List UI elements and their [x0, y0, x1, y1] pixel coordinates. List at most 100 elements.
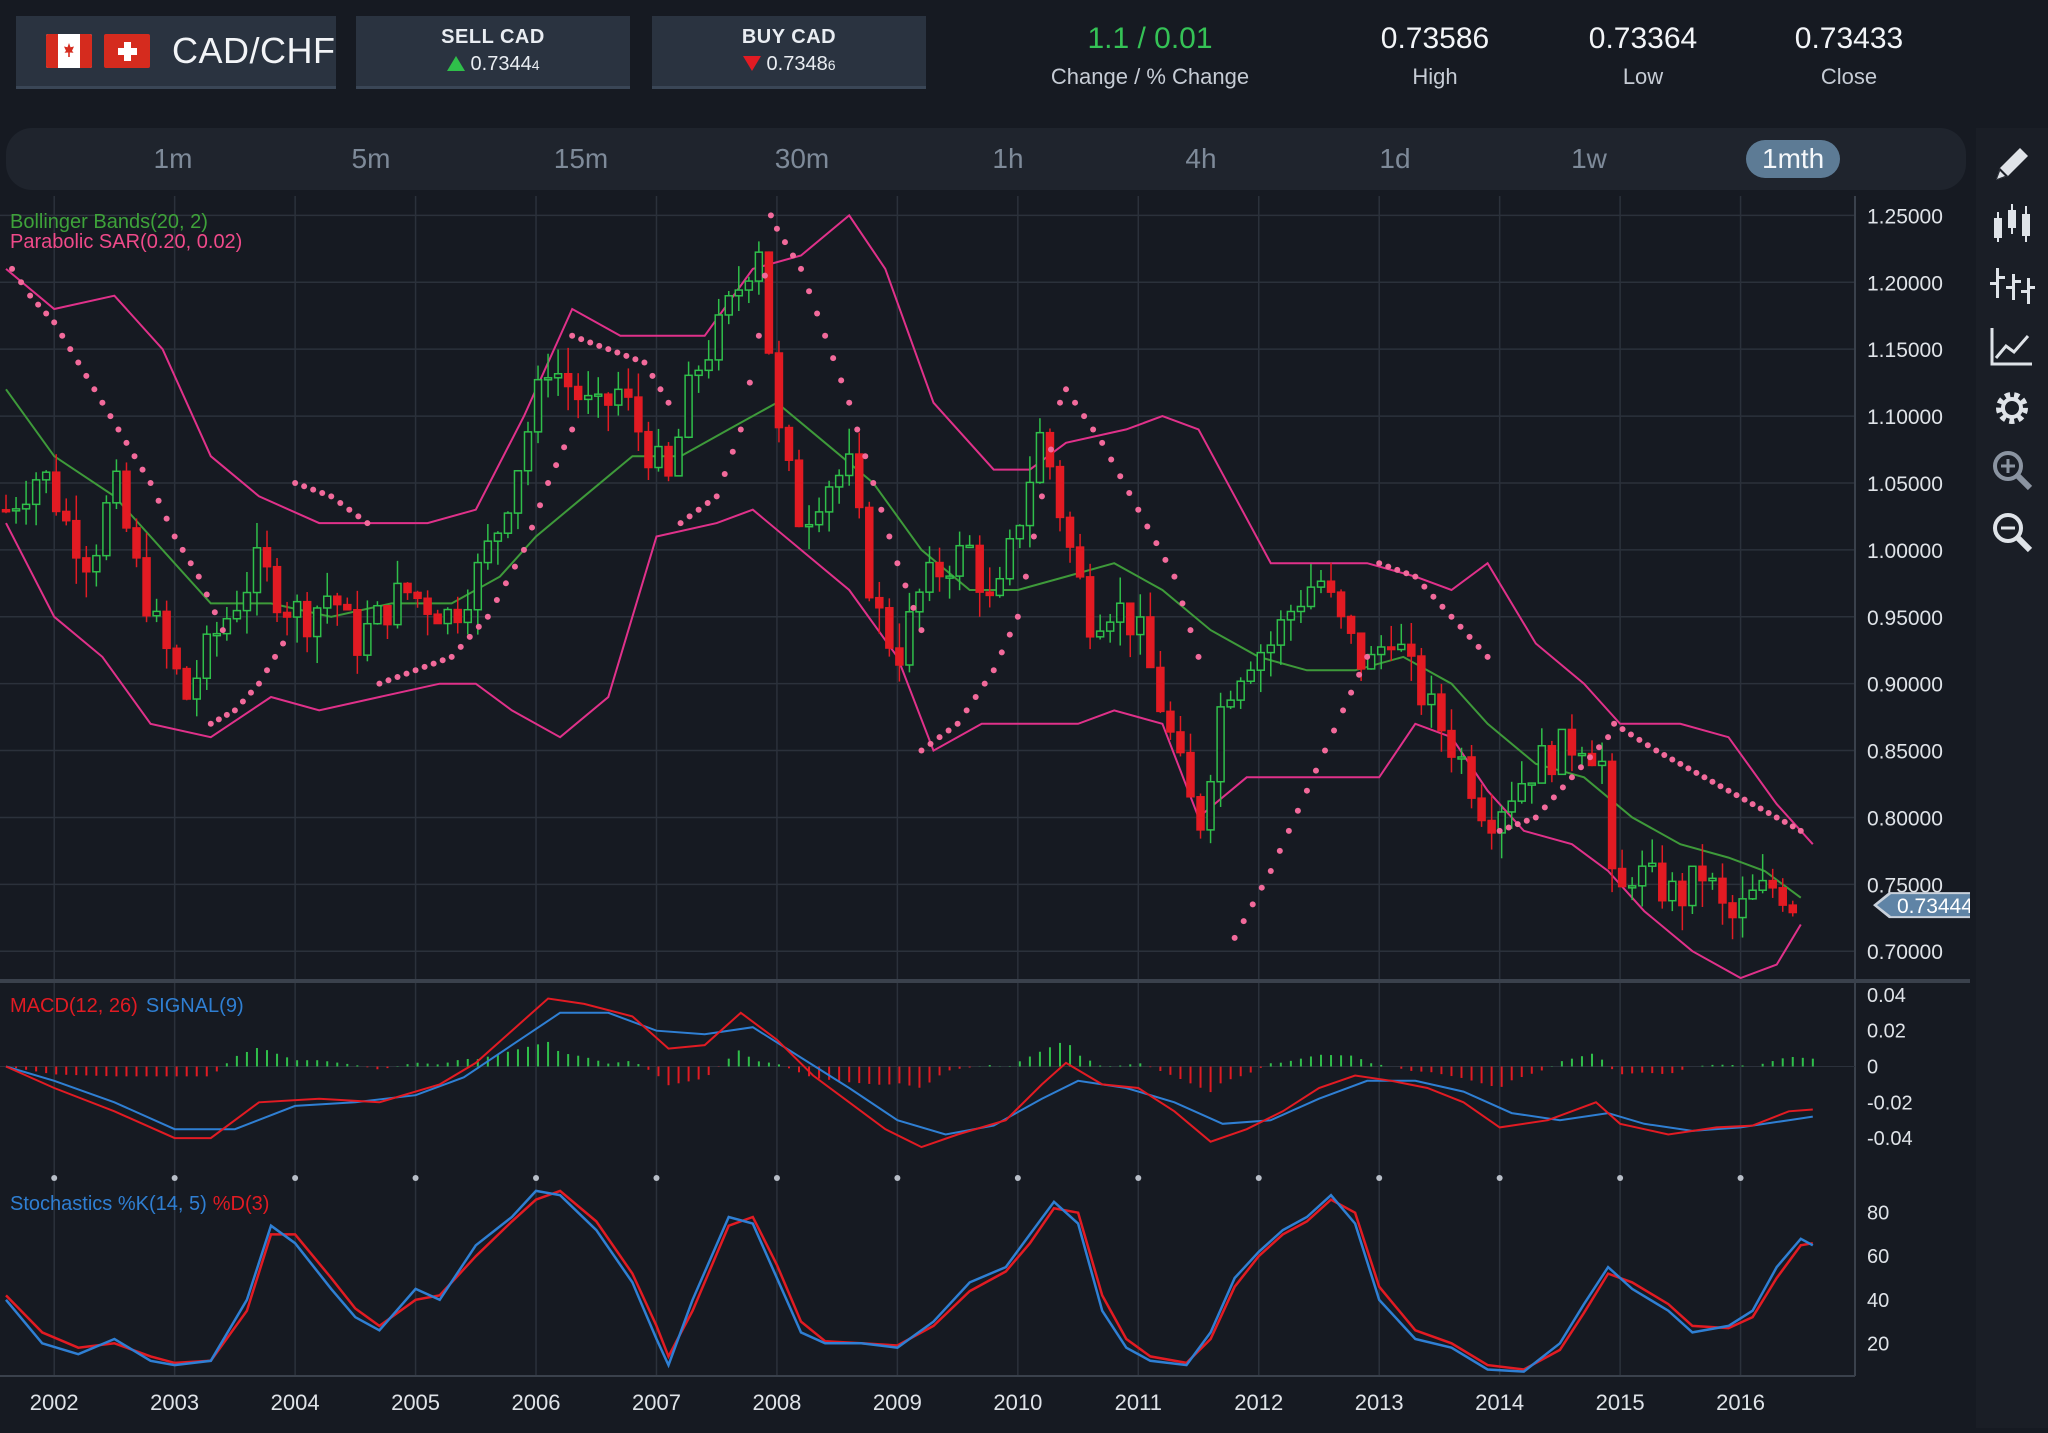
- stat-close: 0.73433 Close: [1744, 22, 1954, 90]
- sar-dot: [187, 560, 194, 567]
- timeframe-15m[interactable]: 15m: [534, 140, 628, 178]
- candle-up: [925, 561, 934, 593]
- candle-down: [1567, 728, 1577, 756]
- macd-tick-label: 0.02: [1867, 1021, 1906, 1043]
- sar-dot: [789, 252, 796, 259]
- bollinger-label: Bollinger Bands(20, 2): [10, 211, 208, 233]
- year-label: 2011: [1115, 1390, 1162, 1415]
- sar-dot: [1258, 884, 1265, 891]
- timeframe-1m[interactable]: 1m: [126, 140, 220, 178]
- timeframe-1d[interactable]: 1d: [1348, 140, 1442, 178]
- sar-dot: [945, 727, 952, 734]
- zoom-in-icon[interactable]: [1988, 446, 2036, 494]
- sar-dot: [1781, 818, 1788, 825]
- sar-dot: [403, 670, 410, 677]
- candle-up: [694, 369, 703, 377]
- candle-down: [282, 611, 292, 618]
- price-chart[interactable]: 1.25000 1.20000 1.15000 1.10000 1.05000 1.000…: [0, 196, 2017, 1428]
- sar-dot: [163, 515, 170, 522]
- timeframe-30m[interactable]: 30m: [752, 140, 852, 178]
- sar-dot: [1030, 533, 1037, 540]
- timeframe-1h[interactable]: 1h: [961, 140, 1055, 178]
- sar-dot: [605, 346, 612, 353]
- candle-up: [704, 359, 713, 372]
- candle-up: [1306, 586, 1316, 608]
- candle-down: [885, 607, 894, 649]
- sar-dot: [1466, 633, 1473, 640]
- candle-up: [31, 479, 41, 506]
- candle-up: [744, 280, 754, 291]
- sar-dot: [1090, 426, 1097, 433]
- sar-dot: [1457, 623, 1464, 630]
- drawing-toolbar: [1976, 128, 2048, 1428]
- panel-dot: [1496, 1175, 1503, 1181]
- candle-down: [604, 393, 613, 406]
- stoch-tick-label: 40: [1867, 1290, 1889, 1312]
- instrument-selector[interactable]: CAD/CHF: [16, 16, 336, 89]
- sar-dot: [1596, 744, 1603, 751]
- line-chart-icon[interactable]: [1988, 322, 2036, 370]
- sar-dot: [1394, 566, 1401, 573]
- chart-area[interactable]: 1.25000 1.20000 1.15000 1.10000 1.05000 1.000…: [0, 196, 2017, 1428]
- sar-dot: [1757, 805, 1764, 812]
- sar-dot: [704, 500, 711, 507]
- candle-down: [1186, 751, 1195, 798]
- bars-icon[interactable]: [1988, 260, 2036, 308]
- candle-down: [383, 604, 392, 626]
- pencil-icon[interactable]: [1988, 140, 2036, 188]
- candle-up: [1276, 619, 1286, 646]
- candle-up: [11, 508, 21, 512]
- buy-button[interactable]: BUY CAD 0.73486: [652, 16, 926, 89]
- gear-icon[interactable]: [1988, 384, 2036, 432]
- candle-up: [1577, 752, 1587, 757]
- sar-dot: [822, 332, 829, 339]
- panel-dot: [533, 1175, 540, 1181]
- timeframe-4h[interactable]: 4h: [1154, 140, 1248, 178]
- candle-down: [1196, 796, 1205, 831]
- timeframe-5m[interactable]: 5m: [324, 140, 418, 178]
- year-label: 2013: [1355, 1390, 1404, 1415]
- candle-down: [172, 647, 181, 670]
- sar-dot: [448, 653, 455, 660]
- candle-down: [895, 647, 904, 666]
- sar-dot: [1619, 726, 1626, 733]
- panel-dot: [171, 1175, 178, 1181]
- sar-dot: [846, 399, 853, 406]
- candle-up: [252, 547, 262, 594]
- price-tick-label: 0.80000: [1867, 807, 1943, 830]
- zoom-out-icon[interactable]: [1988, 508, 2036, 556]
- year-label: 2004: [271, 1390, 320, 1415]
- sar-dot: [1725, 787, 1732, 794]
- sar-dot: [1006, 631, 1013, 638]
- candle-down: [784, 426, 794, 461]
- candle-down: [563, 372, 573, 388]
- sar-dot: [99, 399, 106, 406]
- sar-dot: [439, 657, 446, 664]
- candle-down: [302, 600, 312, 638]
- timeframe-1mth[interactable]: 1mth: [1746, 140, 1840, 178]
- sar-dot: [1038, 493, 1045, 500]
- sar-dot: [1741, 796, 1748, 803]
- sar-dot: [729, 448, 736, 455]
- candle-down: [764, 251, 774, 354]
- candle-down: [1658, 862, 1667, 902]
- candle-up: [1688, 865, 1697, 907]
- candlestick-icon[interactable]: [1988, 200, 2036, 248]
- canada-flag-icon: [46, 34, 92, 68]
- year-label: 2016: [1716, 1390, 1765, 1415]
- timeframe-1w[interactable]: 1w: [1542, 140, 1636, 178]
- sar-dot: [1577, 764, 1584, 771]
- stoch-d-label: %D(3): [213, 1193, 270, 1215]
- candle-up: [483, 540, 493, 564]
- sar-dot: [511, 563, 518, 570]
- candle-down: [573, 385, 583, 401]
- candle-down: [1387, 646, 1396, 651]
- sell-button[interactable]: SELL CAD 0.73444: [356, 16, 630, 89]
- candle-down: [664, 445, 673, 477]
- sar-dot: [1661, 752, 1668, 759]
- candle-down: [1617, 867, 1627, 888]
- price-tick-label: 1.25000: [1867, 205, 1943, 228]
- sar-dot: [713, 493, 720, 500]
- sar-dot: [1568, 774, 1575, 781]
- year-label: 2002: [30, 1390, 79, 1415]
